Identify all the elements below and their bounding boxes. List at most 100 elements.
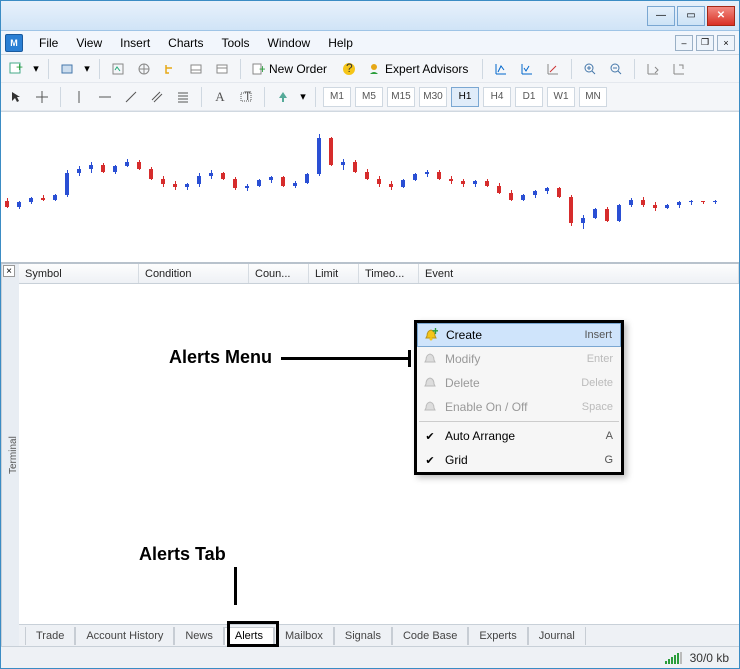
timeframe-h4[interactable]: H4 [483,87,511,107]
navigator-button[interactable] [159,58,181,80]
new-order-label: New Order [269,62,327,76]
fibonacci-button[interactable] [172,86,194,108]
crosshair-button[interactable] [31,86,53,108]
menu-window[interactable]: Window [260,33,319,53]
status-traffic: 30/0 kb [690,651,729,665]
annotation-tab-label: Alerts Tab [139,544,226,565]
timeframe-mn[interactable]: MN [579,87,607,107]
context-delete-shortcut: Delete [581,377,613,389]
window-close-button[interactable]: ✕ [707,6,735,26]
mdi-minimize-button[interactable]: – [675,35,693,51]
expert-advisors-button[interactable]: Expert Advisors [364,58,475,80]
timeframe-d1[interactable]: D1 [515,87,543,107]
data-window-button[interactable] [133,58,155,80]
periodicity-button[interactable] [516,58,538,80]
menu-file[interactable]: File [31,33,66,53]
vertical-line-button[interactable] [68,86,90,108]
new-order-icon: + [251,62,265,76]
svg-text:?: ? [346,62,353,75]
menu-insert[interactable]: Insert [112,33,158,53]
window-maximize-button[interactable]: ▭ [677,6,705,26]
check-icon: ✔ [421,427,439,445]
context-create[interactable]: + Create Insert [417,323,621,347]
menu-help[interactable]: Help [320,33,361,53]
horizontal-line-button[interactable] [94,86,116,108]
mdi-close-button[interactable]: × [717,35,735,51]
tab-code-base[interactable]: Code Base [392,627,468,645]
tab-trade[interactable]: Trade [25,627,75,645]
new-order-button[interactable]: + New Order [248,58,334,80]
col-counter[interactable]: Coun... [249,264,309,283]
window-minimize-button[interactable]: — [647,6,675,26]
menu-charts[interactable]: Charts [160,33,211,53]
context-delete: Delete Delete [417,371,621,395]
arrows-dropdown[interactable]: ▾ [298,86,308,108]
text-button[interactable]: A [209,86,231,108]
col-symbol[interactable]: Symbol [19,264,139,283]
context-delete-label: Delete [445,376,575,390]
bell-edit-icon [421,350,439,368]
app-icon: M [5,34,23,52]
chart-area[interactable] [1,112,739,262]
timeframe-m1[interactable]: M1 [323,87,351,107]
zoom-out-button[interactable] [605,58,627,80]
col-event[interactable]: Event [419,264,739,283]
tab-mailbox[interactable]: Mailbox [274,627,334,645]
svg-text:T: T [244,90,252,103]
col-limit[interactable]: Limit [309,264,359,283]
toolbars: + ▾ ▾ + New Order ? Expert Advisors [1,55,739,112]
svg-text:+: + [432,328,438,338]
new-chart-button[interactable]: + [5,58,27,80]
strategy-tester-button[interactable] [211,58,233,80]
menu-tools[interactable]: Tools [214,33,258,53]
new-chart-dropdown[interactable]: ▾ [31,58,41,80]
chart-shift-button[interactable] [668,58,690,80]
context-auto-arrange[interactable]: ✔ Auto Arrange A [417,424,621,448]
terminal-sidebar-label: Terminal [1,264,19,646]
context-auto-arrange-label: Auto Arrange [445,429,600,443]
scroll-chart-button[interactable] [642,58,664,80]
context-grid[interactable]: ✔ Grid G [417,448,621,472]
menu-view[interactable]: View [68,33,110,53]
terminal-button[interactable] [185,58,207,80]
annotation-menu-label: Alerts Menu [169,347,272,368]
indicators-button[interactable] [490,58,512,80]
alerts-context-menu: + Create Insert Modify Enter Delete Dele… [414,320,624,475]
context-grid-shortcut: G [604,454,613,466]
equidistant-channel-button[interactable] [146,86,168,108]
timeframe-w1[interactable]: W1 [547,87,575,107]
terminal-tabs: Trade Account History News Alerts Mailbo… [19,624,739,646]
text-label-button[interactable]: T [235,86,257,108]
timeframe-m30[interactable]: M30 [419,87,447,107]
timeframe-m15[interactable]: M15 [387,87,415,107]
market-watch-button[interactable] [107,58,129,80]
col-condition[interactable]: Condition [139,264,249,283]
context-enable-shortcut: Space [582,401,613,413]
tab-signals[interactable]: Signals [334,627,392,645]
context-create-label: Create [446,328,578,342]
timeframe-h1[interactable]: H1 [451,87,479,107]
svg-text:+: + [259,62,265,76]
tab-experts[interactable]: Experts [468,627,527,645]
context-modify-shortcut: Enter [587,353,613,365]
context-enable-label: Enable On / Off [445,400,576,414]
annotation-menu-arrow [281,357,411,360]
cursor-button[interactable] [5,86,27,108]
tab-journal[interactable]: Journal [528,627,586,645]
context-grid-label: Grid [445,453,598,467]
arrows-button[interactable] [272,86,294,108]
tab-account-history[interactable]: Account History [75,627,174,645]
metaquotes-button[interactable]: ? [338,58,360,80]
trendline-button[interactable] [120,86,142,108]
terminal-content[interactable]: + Create Insert Modify Enter Delete Dele… [19,284,739,624]
zoom-in-button[interactable] [579,58,601,80]
profiles-button[interactable] [56,58,78,80]
templates-button[interactable] [542,58,564,80]
terminal-close-button[interactable]: × [3,265,15,277]
mdi-restore-button[interactable]: ❐ [696,35,714,51]
timeframe-m5[interactable]: M5 [355,87,383,107]
col-timeout[interactable]: Timeo... [359,264,419,283]
svg-text:+: + [16,62,23,74]
tab-news[interactable]: News [174,627,224,645]
profiles-dropdown[interactable]: ▾ [82,58,92,80]
